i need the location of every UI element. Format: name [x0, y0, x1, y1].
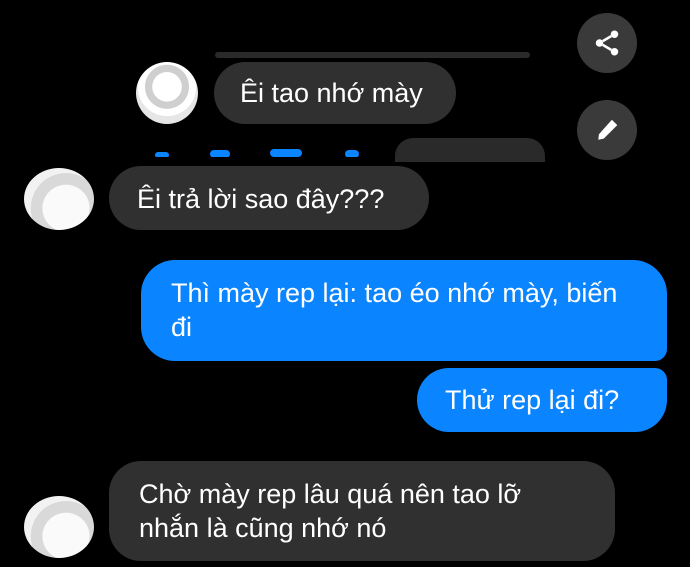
message-text-5: Chờ mày rep lâu quá nên tao lỡ nhắn là c…	[139, 479, 522, 543]
message-text-3: Thì mày rep lại: tao éo nhớ mày, biến đi	[171, 278, 618, 342]
share-button[interactable]	[577, 13, 637, 73]
share-icon	[595, 30, 619, 56]
message-text-2: Êi trả lời sao đây???	[137, 184, 385, 214]
message-bubble-4[interactable]: Thử rep lại đi?	[417, 368, 667, 432]
edit-button[interactable]	[577, 100, 637, 160]
contact-avatar-1[interactable]	[24, 168, 94, 230]
message-bubble-3[interactable]: Thì mày rep lại: tao éo nhớ mày, biến đi	[141, 260, 667, 361]
message-bubble-1[interactable]: Êi tao nhớ mày	[214, 62, 456, 124]
partial-blue-text	[155, 149, 365, 157]
partial-bubble-top	[215, 52, 530, 58]
contact-avatar-2[interactable]	[24, 496, 94, 558]
message-text-4: Thử rep lại đi?	[445, 385, 620, 415]
message-bubble-2[interactable]: Êi trả lời sao đây???	[109, 166, 429, 230]
contact-avatar-manga[interactable]	[136, 62, 198, 124]
partial-bubble-right	[395, 138, 545, 162]
message-text-1: Êi tao nhớ mày	[240, 78, 423, 108]
message-bubble-5[interactable]: Chờ mày rep lâu quá nên tao lỡ nhắn là c…	[109, 461, 615, 561]
pencil-icon	[598, 119, 618, 140]
